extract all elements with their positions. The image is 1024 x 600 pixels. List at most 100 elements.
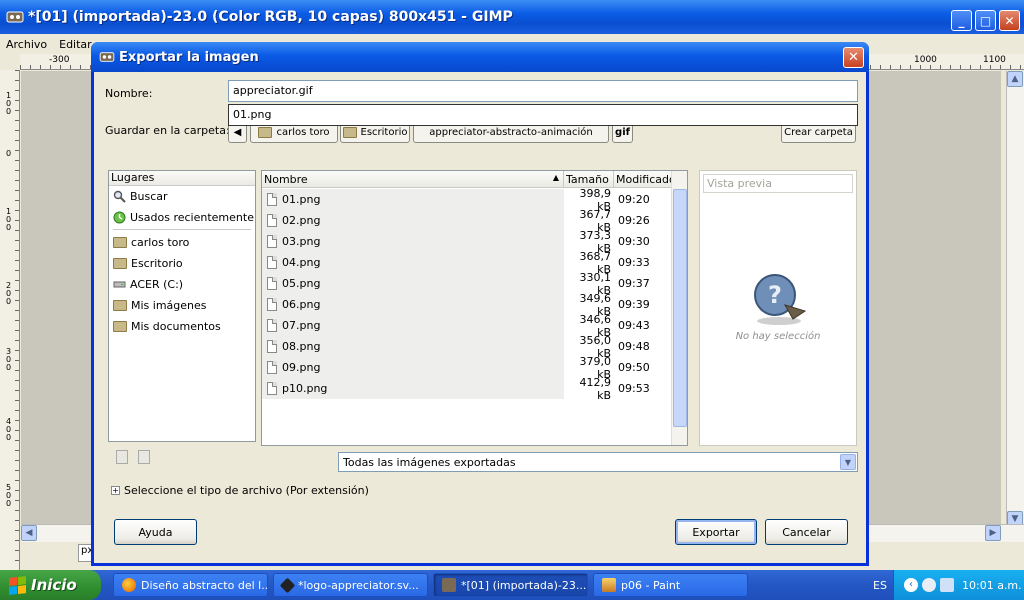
preview-header: Vista previa: [703, 174, 853, 193]
gimp-titlebar[interactable]: *[01] (importada)-23.0 (Color RGB, 10 ca…: [0, 0, 1024, 34]
place-label: carlos toro: [131, 236, 190, 249]
place-label: Buscar: [130, 190, 168, 203]
file-icon: [267, 361, 277, 374]
gimp-window-title: *[01] (importada)-23.0 (Color RGB, 10 ca…: [28, 9, 513, 25]
place-item-recent[interactable]: Usados recientemente: [109, 207, 255, 228]
taskbar-item-paint[interactable]: p06 - Paint: [593, 573, 748, 597]
expand-plus-icon: +: [111, 486, 120, 495]
place-label: ACER (C:): [130, 278, 184, 291]
path-label: appreciator-abstracto-animación: [429, 126, 593, 138]
folder-icon: [258, 126, 273, 138]
file-name-cell: 07.png: [262, 315, 564, 336]
file-filter-select[interactable]: Todas las imágenes exportadas ▼: [338, 452, 858, 472]
file-name: 02.png: [282, 214, 321, 227]
file-icon: [267, 193, 277, 206]
dialog-titlebar[interactable]: Exportar la imagen ✕: [91, 42, 869, 72]
taskbar-item-label: *logo-appreciator.sv...: [298, 578, 419, 592]
file-modified: 09:20: [618, 193, 650, 206]
ruler-label: 1100: [982, 55, 1007, 65]
file-name-cell: p10.png: [262, 378, 564, 399]
scroll-right-arrow-icon[interactable]: ▶: [985, 525, 1001, 541]
menu-editar[interactable]: Editar: [59, 38, 92, 51]
preview-panel: Vista previa ? No hay selección: [699, 170, 857, 446]
file-name: 07.png: [282, 319, 321, 332]
question-mark-icon: ?: [754, 274, 807, 325]
place-item-escritorio[interactable]: Escritorio: [109, 253, 255, 274]
ruler-label: 500: [6, 483, 12, 508]
place-item-buscar[interactable]: Buscar: [109, 186, 255, 207]
help-button[interactable]: Ayuda: [114, 519, 197, 545]
search-icon: [113, 190, 126, 203]
gimp-icon: [6, 11, 24, 23]
tray-arrow-icon[interactable]: ‹: [904, 578, 918, 592]
arrow-left-icon: ◀: [233, 126, 242, 138]
place-item-mis-imagenes[interactable]: Mis imágenes: [109, 295, 255, 316]
scroll-up-arrow-icon[interactable]: ▲: [1007, 71, 1023, 87]
language-indicator[interactable]: ES: [873, 579, 887, 592]
column-header-size[interactable]: Tamaño: [564, 171, 614, 188]
window-close-button[interactable]: ✕: [999, 10, 1020, 31]
taskbar-item-firefox[interactable]: Diseño abstracto del l...: [113, 573, 268, 597]
maximize-button[interactable]: □: [975, 10, 996, 31]
inkscape-icon: [279, 577, 296, 593]
file-icon: [267, 214, 277, 227]
start-label: Inicio: [31, 576, 77, 594]
file-name-cell: 01.png: [262, 189, 564, 210]
dialog-close-button[interactable]: ✕: [843, 47, 864, 68]
network-icon[interactable]: [940, 578, 954, 592]
scroll-thumb[interactable]: [673, 189, 687, 427]
file-modified: 09:48: [618, 340, 650, 353]
menu-archivo[interactable]: Archivo: [6, 38, 47, 51]
minimize-button[interactable]: _: [951, 10, 972, 31]
place-label: Escritorio: [131, 257, 183, 270]
taskbar: Inicio Diseño abstracto del l... *logo-a…: [0, 570, 1024, 600]
column-header-modified[interactable]: Modificado: [614, 171, 676, 188]
paint-icon: [602, 578, 616, 592]
file-list-header: Nombre ▲ Tamaño Modificado: [262, 171, 676, 188]
file-name-cell: 03.png: [262, 231, 564, 252]
filename-input[interactable]: appreciator.gif: [228, 80, 858, 102]
autocomplete-suggestion[interactable]: 01.png: [228, 104, 858, 126]
canvas-vertical-scrollbar[interactable]: ▲ ▼: [1006, 71, 1024, 531]
ruler-label: 1000: [913, 55, 938, 65]
taskbar-item-label: p06 - Paint: [621, 578, 681, 592]
file-list-scrollbar[interactable]: [671, 171, 687, 445]
export-dialog: Exportar la imagen ✕ Nombre: appreciator…: [91, 42, 869, 566]
remove-bookmark-icon[interactable]: [138, 450, 150, 464]
file-name-cell: 02.png: [262, 210, 564, 231]
place-item-acer[interactable]: ACER (C:): [109, 274, 255, 295]
file-name-cell: 08.png: [262, 336, 564, 357]
taskbar-item-label: *[01] (importada)-23...: [461, 578, 587, 592]
file-name-cell: 06.png: [262, 294, 564, 315]
place-item-carlos-toro[interactable]: carlos toro: [109, 232, 255, 253]
gimp-icon: [442, 578, 456, 592]
table-row[interactable]: p10.png 412,9 kB 09:53: [262, 376, 671, 402]
add-bookmark-icon[interactable]: [116, 450, 128, 464]
file-modified: 09:33: [618, 256, 650, 269]
file-modified: 09:50: [618, 361, 650, 374]
file-icon: [267, 256, 277, 269]
places-header[interactable]: Lugares: [109, 171, 255, 186]
taskbar-item-gimp[interactable]: *[01] (importada)-23...: [433, 573, 588, 597]
place-label: Mis imágenes: [131, 299, 207, 312]
filetype-expander[interactable]: + Seleccione el tipo de archivo (Por ext…: [111, 484, 369, 497]
ruler-label: 200: [6, 281, 12, 306]
preview-empty-text: No hay selección: [735, 331, 821, 342]
export-button[interactable]: Exportar: [675, 519, 757, 545]
cancel-button[interactable]: Cancelar: [765, 519, 848, 545]
place-item-mis-documentos[interactable]: Mis documentos: [109, 316, 255, 337]
file-list: Nombre ▲ Tamaño Modificado 01.png 398,9 k…: [261, 170, 688, 446]
ie-icon[interactable]: [922, 578, 936, 592]
folder-icon: [113, 258, 127, 269]
start-button[interactable]: Inicio: [0, 570, 101, 600]
ruler-label: 100: [6, 207, 12, 232]
chevron-down-icon[interactable]: ▼: [840, 454, 856, 470]
path-label: Escritorio: [360, 126, 408, 138]
scroll-left-arrow-icon[interactable]: ◀: [21, 525, 37, 541]
taskbar-item-inkscape[interactable]: *logo-appreciator.sv...: [273, 573, 428, 597]
place-label: Mis documentos: [131, 320, 221, 333]
gimp-icon: [99, 52, 115, 62]
file-icon: [267, 298, 277, 311]
column-header-name[interactable]: Nombre ▲: [262, 171, 564, 188]
file-name: 06.png: [282, 298, 321, 311]
